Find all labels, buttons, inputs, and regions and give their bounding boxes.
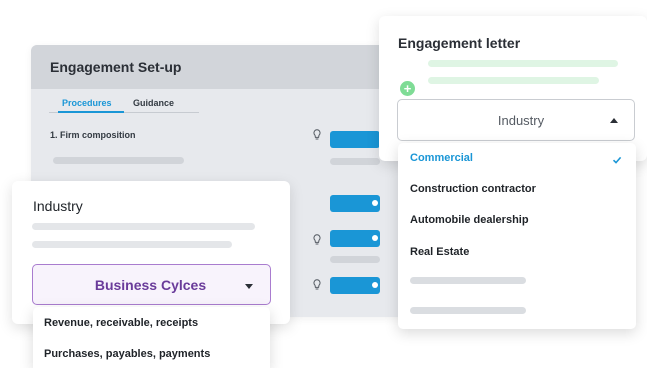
option-commercial[interactable]: Commercial: [410, 152, 473, 164]
procedure-item-firm-composition[interactable]: 1. Firm composition: [50, 130, 136, 140]
plus-circle-icon[interactable]: +: [400, 81, 415, 96]
progress-bar[interactable]: [330, 277, 380, 294]
lightbulb-icon[interactable]: [313, 279, 321, 291]
slider-knob[interactable]: [372, 200, 378, 206]
tab-guidance[interactable]: Guidance: [133, 98, 174, 108]
chevron-down-icon[interactable]: [245, 284, 253, 289]
check-icon: [612, 156, 622, 164]
lightbulb-icon[interactable]: [313, 234, 321, 246]
engagement-letter-title: Engagement letter: [398, 35, 521, 51]
industry-select[interactable]: Industry: [397, 99, 635, 141]
option-revenue-receivable-receipts[interactable]: Revenue, receivable, receipts: [44, 317, 198, 329]
tab-active-indicator: [58, 111, 124, 113]
placeholder-line: [428, 77, 599, 84]
lightbulb-icon[interactable]: [313, 129, 321, 141]
industry-select-value: Industry: [497, 113, 545, 128]
placeholder-line: [32, 223, 255, 230]
placeholder-line: [428, 60, 618, 67]
engagement-setup-title: Engagement Set-up: [50, 59, 182, 75]
placeholder-line: [32, 241, 232, 248]
industry-card-title: Industry: [33, 198, 83, 214]
placeholder-line: [53, 157, 184, 164]
slider-knob[interactable]: [372, 235, 378, 241]
engagement-setup-header: Engagement Set-up: [31, 45, 431, 89]
slider-knob[interactable]: [372, 282, 378, 288]
industry-card: Industry Business Cylces: [12, 181, 290, 324]
business-cycles-dropdown-list: Revenue, receivable, receipts Purchases,…: [33, 307, 270, 368]
option-automobile-dealership[interactable]: Automobile dealership: [410, 214, 529, 226]
industry-dropdown-list: Commercial Construction contractor Autom…: [398, 143, 636, 329]
placeholder-line: [330, 256, 380, 263]
option-real-estate[interactable]: Real Estate: [410, 246, 469, 258]
business-cycles-select[interactable]: Business Cylces: [32, 264, 271, 305]
progress-bar[interactable]: [330, 230, 380, 247]
placeholder-line: [410, 277, 526, 284]
placeholder-line: [330, 158, 380, 165]
tab-procedures[interactable]: Procedures: [62, 98, 112, 108]
chevron-up-icon[interactable]: [610, 118, 618, 123]
option-purchases-payables-payments[interactable]: Purchases, payables, payments: [44, 348, 210, 360]
engagement-letter-panel: Engagement letter + Industry: [379, 16, 647, 161]
business-cycles-select-value: Business Cylces: [94, 277, 207, 293]
progress-bar[interactable]: [330, 131, 380, 148]
placeholder-line: [410, 307, 526, 314]
progress-bar[interactable]: [330, 195, 380, 212]
option-construction-contractor[interactable]: Construction contractor: [410, 183, 536, 195]
